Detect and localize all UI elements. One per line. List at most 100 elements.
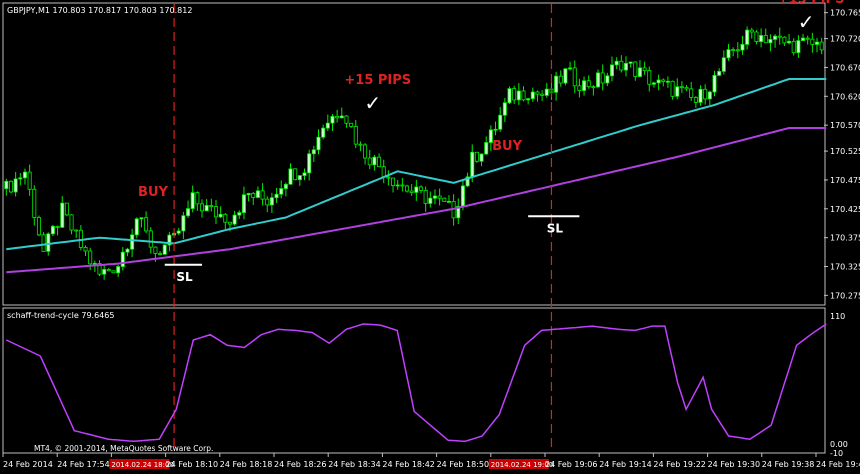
bull-candle bbox=[544, 88, 549, 96]
bear-candle bbox=[381, 166, 386, 178]
bear-candle bbox=[749, 29, 754, 33]
bear-candle bbox=[349, 122, 354, 127]
price-tick-label: 170.525 bbox=[830, 147, 860, 156]
bull-candle bbox=[717, 71, 722, 76]
bull-candle bbox=[288, 168, 293, 185]
bull-candle bbox=[330, 115, 335, 124]
bear-candle bbox=[731, 49, 736, 51]
bear-candle bbox=[353, 125, 358, 145]
bear-candle bbox=[74, 229, 79, 232]
bull-candle bbox=[4, 180, 9, 190]
bull-candle bbox=[726, 49, 731, 59]
bull-candle bbox=[274, 193, 279, 199]
bear-candle bbox=[32, 188, 37, 218]
time-tick-label: 2014.02.24 19:00 bbox=[491, 461, 553, 469]
price-tick-label: 170.720 bbox=[830, 35, 860, 44]
bull-candle bbox=[134, 218, 139, 236]
bear-candle bbox=[442, 197, 447, 202]
time-tick-label: 24 Feb 19:46 bbox=[816, 460, 860, 469]
bull-candle bbox=[614, 60, 619, 66]
bull-candle bbox=[176, 230, 181, 234]
bear-candle bbox=[8, 180, 13, 193]
bull-candle bbox=[241, 194, 246, 213]
bear-candle bbox=[363, 144, 368, 159]
bear-candle bbox=[88, 250, 93, 265]
bull-candle bbox=[13, 178, 18, 193]
bull-candle bbox=[484, 142, 489, 155]
bear-candle bbox=[819, 41, 824, 51]
bull-candle bbox=[307, 153, 312, 174]
bull-candle bbox=[502, 102, 507, 116]
bull-candle bbox=[479, 153, 484, 162]
bear-candle bbox=[810, 38, 815, 45]
indicator-level-110: 110 bbox=[830, 312, 845, 321]
bull-candle bbox=[339, 115, 344, 119]
bull-candle bbox=[395, 184, 400, 187]
time-tick-label: 24 Feb 17:54 bbox=[57, 460, 109, 469]
bull-candle bbox=[302, 172, 307, 176]
bear-candle bbox=[647, 70, 652, 85]
bull-candle bbox=[22, 171, 27, 179]
bull-candle bbox=[321, 127, 326, 138]
bear-candle bbox=[763, 35, 768, 44]
time-tick-label: 24 Feb 18:10 bbox=[166, 460, 218, 469]
bear-candle bbox=[377, 156, 382, 168]
bear-candle bbox=[633, 61, 638, 77]
bear-candle bbox=[405, 185, 410, 192]
bull-candle bbox=[255, 190, 260, 198]
bear-candle bbox=[227, 221, 232, 225]
bear-candle bbox=[586, 80, 591, 88]
bear-candle bbox=[684, 87, 689, 90]
bull-candle bbox=[232, 214, 237, 225]
bear-candle bbox=[418, 186, 423, 191]
bull-candle bbox=[470, 151, 475, 178]
bull-candle bbox=[675, 86, 680, 97]
bull-candle bbox=[721, 57, 726, 72]
time-tick-label: 24 Feb 19:14 bbox=[599, 460, 651, 469]
bull-candle bbox=[563, 68, 568, 84]
chart-background bbox=[0, 0, 860, 474]
bull-candle bbox=[796, 40, 801, 54]
bear-candle bbox=[600, 72, 605, 84]
bear-candle bbox=[591, 86, 596, 89]
bear-candle bbox=[619, 60, 624, 71]
bull-candle bbox=[507, 88, 512, 104]
bear-candle bbox=[265, 198, 270, 206]
trading-chart[interactable]: SL SL BUY +15 PIPS ✓ BUY +15 PIPS ✓ 170.765 170… bbox=[0, 0, 860, 474]
bull-candle bbox=[204, 205, 209, 212]
bull-candle bbox=[46, 233, 51, 252]
bear-candle bbox=[437, 195, 442, 199]
bear-candle bbox=[679, 86, 684, 89]
bear-candle bbox=[213, 206, 218, 218]
bear-candle bbox=[386, 176, 391, 179]
bear-candle bbox=[577, 85, 582, 91]
bull-candle bbox=[651, 82, 656, 85]
bull-candle bbox=[102, 269, 107, 275]
bear-candle bbox=[195, 192, 200, 205]
bull-candle bbox=[92, 263, 97, 265]
bull-candle bbox=[637, 67, 642, 77]
bear-candle bbox=[358, 143, 363, 146]
bear-candle bbox=[144, 217, 149, 232]
price-tick-label: 170.765 bbox=[830, 9, 860, 18]
bull-candle bbox=[498, 114, 503, 130]
bear-candle bbox=[540, 93, 545, 96]
bear-candle bbox=[106, 269, 111, 272]
bull-candle bbox=[316, 136, 321, 151]
bull-candle bbox=[139, 217, 144, 220]
bull-candle bbox=[698, 88, 703, 103]
bull-candle bbox=[50, 225, 55, 235]
bear-candle bbox=[223, 213, 228, 223]
bull-candle bbox=[516, 90, 521, 101]
bull-candle bbox=[116, 266, 121, 274]
bear-candle bbox=[344, 115, 349, 124]
bear-candle bbox=[521, 90, 526, 101]
time-tick-label: 24 Feb 18:50 bbox=[437, 460, 489, 469]
bull-candle bbox=[325, 122, 330, 129]
bull-candle bbox=[665, 80, 670, 83]
bull-candle bbox=[568, 67, 573, 70]
bear-candle bbox=[55, 225, 60, 228]
bull-candle bbox=[628, 61, 633, 64]
bear-candle bbox=[474, 151, 479, 162]
indicator-level-zero: 0.00 bbox=[830, 440, 848, 449]
